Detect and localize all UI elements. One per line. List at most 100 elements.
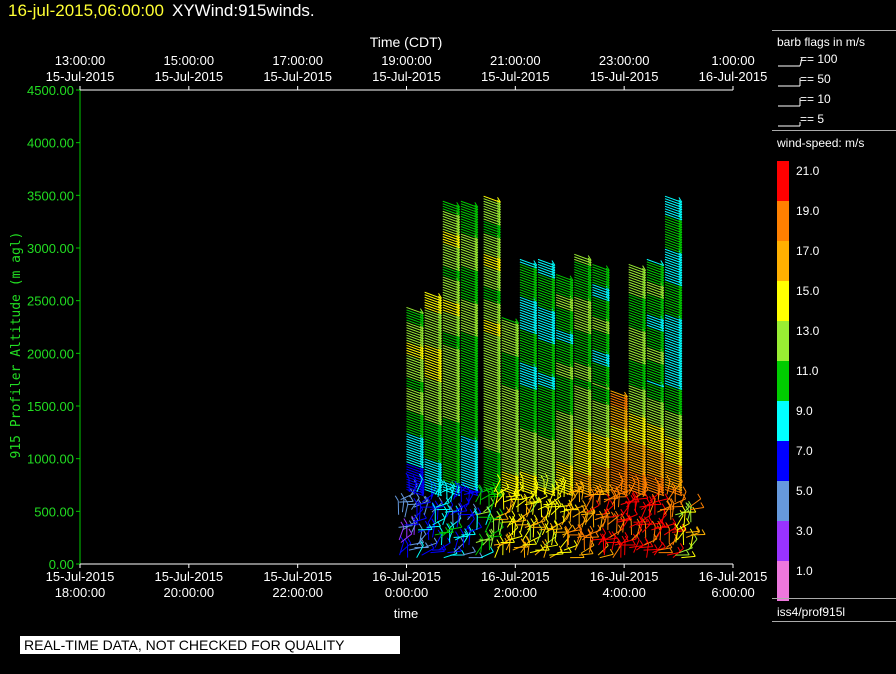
barb-staff [453, 535, 468, 538]
colorbar-swatch [777, 201, 789, 241]
barb-flag [478, 533, 483, 539]
legend-divider [772, 30, 896, 31]
barb-flag [472, 503, 477, 510]
barb-flag [599, 510, 603, 517]
y-tick-label: 3500.00 [27, 188, 74, 203]
barb-staff [669, 505, 684, 508]
barb-flag [477, 507, 482, 513]
barb-staff [681, 555, 696, 559]
barb-legend-label: == 100 [800, 52, 838, 66]
barb-staff [508, 535, 523, 541]
colorbar-label: 21.0 [796, 164, 820, 178]
top-tick-time: 19:00:00 [381, 53, 432, 68]
barb-staff [513, 546, 528, 549]
x-tick-date: 16-Jul-2015 [699, 569, 768, 584]
colorbar-swatch [777, 441, 789, 481]
barb-staff [480, 551, 494, 559]
barb-staff [399, 541, 405, 556]
legend-divider [772, 130, 896, 131]
barb-staff [566, 533, 569, 548]
barb-flag [691, 551, 696, 557]
barb-flag [661, 541, 666, 548]
x-tick-date: 16-Jul-2015 [590, 569, 659, 584]
wind-barbs [394, 195, 706, 559]
speed-legend-title: wind-speed: m/s [777, 136, 865, 150]
barb-staff [687, 538, 698, 551]
barb-staff [401, 498, 405, 513]
barb-staff [685, 530, 700, 533]
y-tick-label: 500.00 [34, 504, 74, 519]
top-tick-time: 17:00:00 [272, 53, 323, 68]
top-tick-time: 1:00:00 [711, 53, 754, 68]
x-tick-time: 18:00:00 [55, 585, 106, 600]
colorbar-label: 19.0 [796, 204, 820, 218]
barb-staff [532, 523, 535, 538]
barb-legend-row: == 5 [778, 112, 888, 128]
barb-flag [571, 524, 576, 531]
barb-flag [455, 531, 459, 537]
wind-profile [394, 306, 429, 558]
barb-flag [504, 513, 509, 520]
barb-staff [565, 507, 574, 520]
x-tick-date: 15-Jul-2015 [46, 569, 115, 584]
wind-barb-chart: 0.00500.001000.001500.002000.002500.0030… [9, 34, 768, 621]
top-tick-time: 23:00:00 [599, 53, 650, 68]
barb-flag [664, 493, 669, 499]
barb-flag [554, 539, 559, 546]
y-tick-label: 1000.00 [27, 452, 74, 467]
x-tick-time: 6:00:00 [711, 585, 754, 600]
barb-flag [654, 544, 658, 550]
barb-flag [413, 497, 418, 504]
colorbar-swatch [777, 561, 789, 601]
barb-flag [472, 546, 476, 552]
x-tick-date: 15-Jul-2015 [263, 569, 332, 584]
top-tick-time: 13:00:00 [55, 53, 106, 68]
barb-flag [478, 522, 482, 528]
colorbar-label: 15.0 [796, 284, 820, 298]
top-tick-date: 15-Jul-2015 [155, 69, 224, 84]
top-tick-date: 15-Jul-2015 [46, 69, 115, 84]
barb-staff [617, 493, 620, 508]
barb-flag [701, 529, 706, 535]
x-tick-date: 16-Jul-2015 [372, 569, 441, 584]
barb-flag [682, 486, 687, 492]
barb-flag [496, 510, 501, 517]
barb-flag [679, 543, 684, 549]
y-tick-label: 2000.00 [27, 346, 74, 361]
barb-flag [407, 538, 412, 544]
x-tick-time: 4:00:00 [602, 585, 645, 600]
legend-panel: barb flags in m/s == 100 == 50 == 10 == 5 w… [772, 30, 896, 622]
barb-staff [421, 547, 435, 556]
top-tick-date: 15-Jul-2015 [372, 69, 441, 84]
top-tick-date: 15-Jul-2015 [481, 69, 550, 84]
barb-legend-row: == 10 [778, 92, 888, 108]
barb-flag [632, 539, 636, 546]
barb-legend-title: barb flags in m/s [777, 35, 866, 49]
barb-legend-label: == 10 [800, 92, 831, 106]
colorbar-label: 13.0 [796, 324, 820, 338]
barb-flag [589, 525, 594, 532]
barb-staff [584, 497, 593, 510]
wind-profile [431, 200, 465, 559]
barb-staff [634, 497, 649, 501]
barb-flag [582, 500, 586, 506]
y-tick-label: 1500.00 [27, 399, 74, 414]
colorbar-label: 9.0 [796, 404, 813, 418]
barb-flag [625, 495, 630, 502]
barb-staff [545, 505, 560, 508]
barb-staff [544, 535, 557, 546]
barb-flag [409, 496, 414, 502]
barb-flag [573, 540, 578, 546]
barb-staff [676, 528, 687, 541]
barb-flag [400, 521, 405, 528]
barb-flag [433, 537, 438, 544]
barb-flag [508, 493, 513, 499]
top-axis-title: Time (CDT) [370, 34, 443, 50]
barb-staff [663, 526, 677, 536]
y-tick-label: 2500.00 [27, 294, 74, 309]
barb-flag [403, 518, 408, 524]
top-tick-date: 15-Jul-2015 [590, 69, 659, 84]
barb-staff [579, 553, 594, 556]
barb-flag [646, 497, 651, 504]
y-tick-label: 4500.00 [27, 83, 74, 98]
